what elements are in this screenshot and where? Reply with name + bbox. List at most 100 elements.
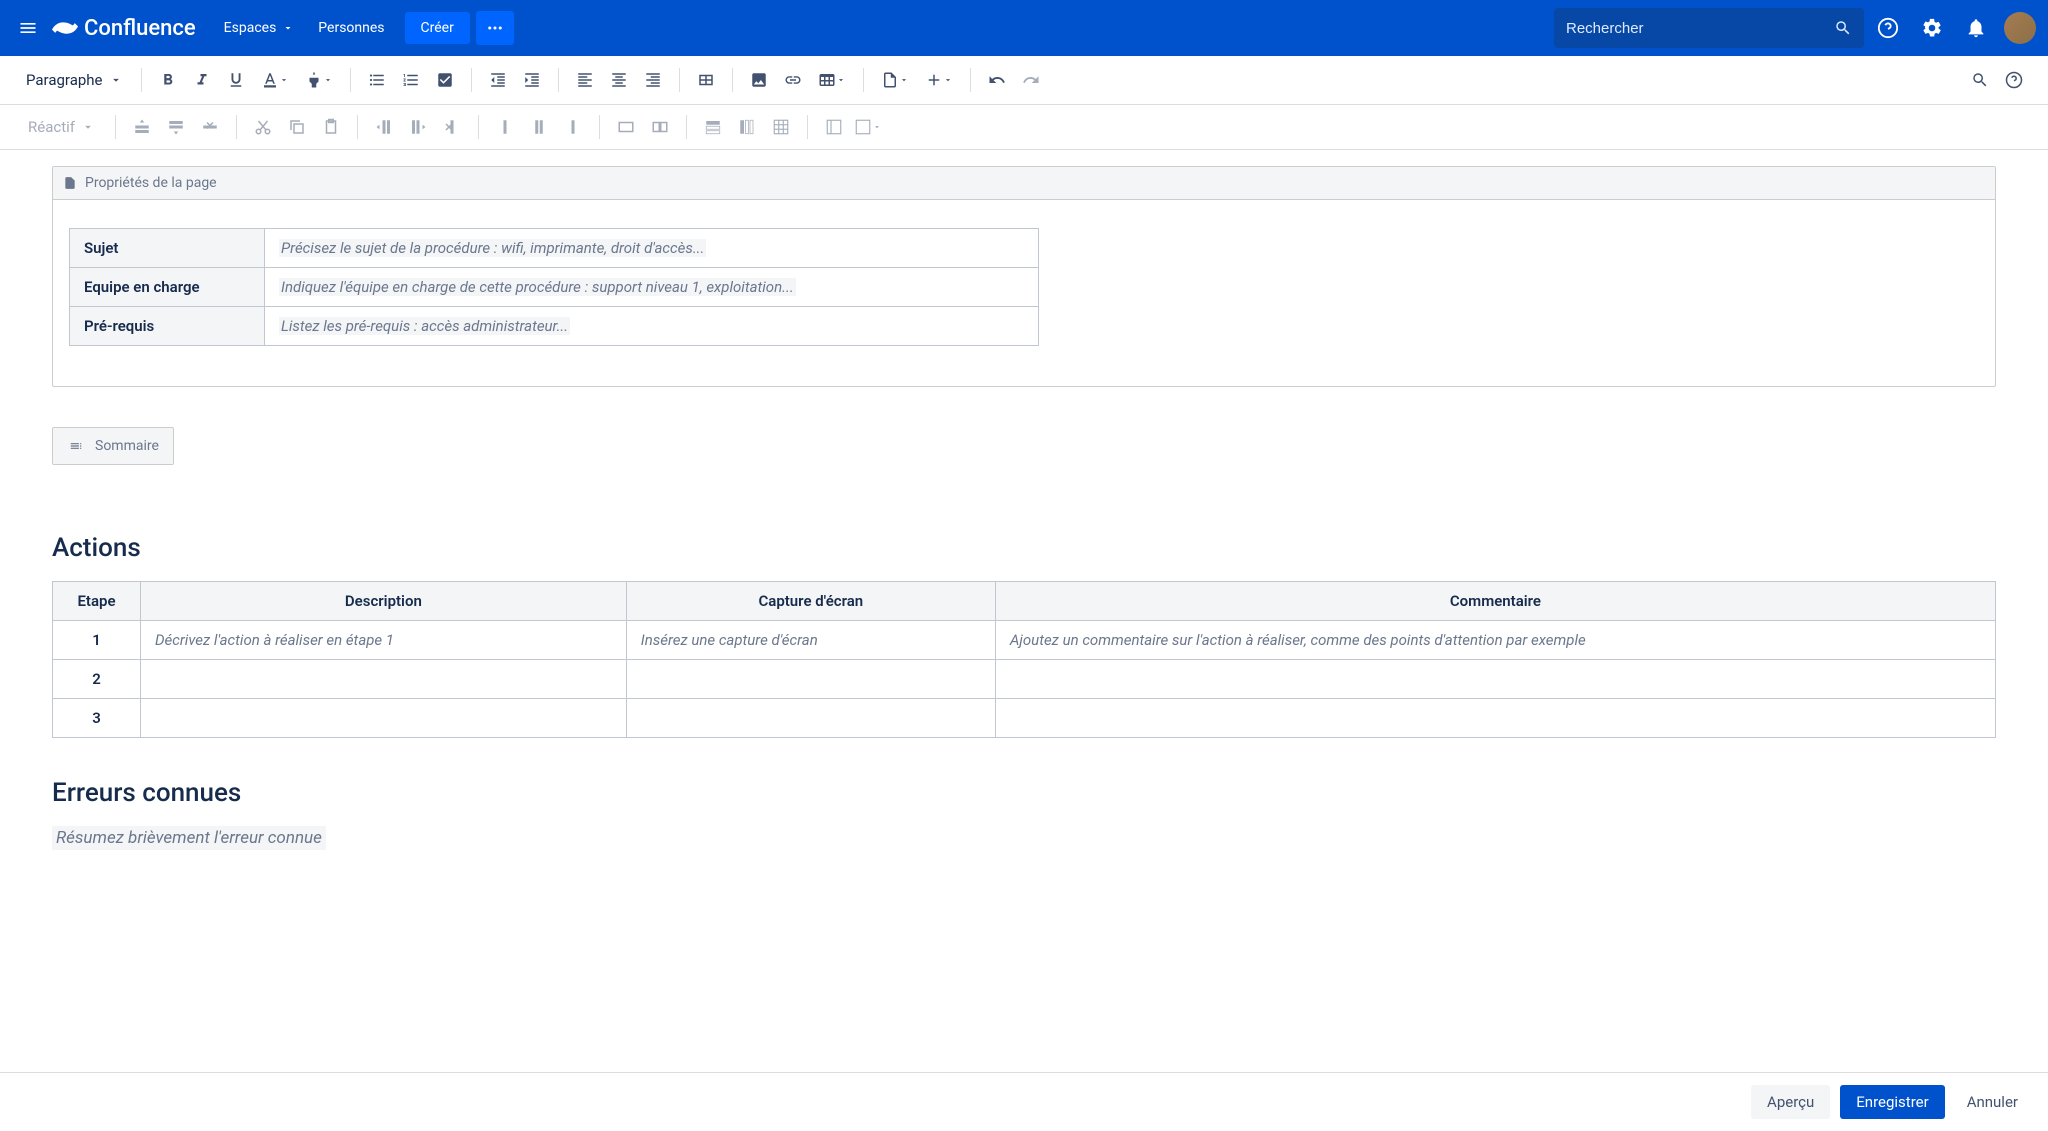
search-box[interactable]: [1554, 8, 1864, 48]
nav-spaces[interactable]: Espaces: [212, 12, 307, 44]
more-horizontal-icon: [486, 19, 504, 37]
prop-label[interactable]: Equipe en charge: [70, 268, 265, 307]
delete-row-button: [194, 111, 226, 143]
help-icon[interactable]: [1868, 8, 1908, 48]
table-row: Pré-requis Listez les pré-requis : accès…: [70, 307, 1039, 346]
chevron-down-icon: [282, 22, 294, 34]
editor-content[interactable]: Propriétés de la page Sujet Précisez le …: [0, 150, 2048, 950]
table-toolbar: Réactif: [0, 105, 2048, 150]
col-header[interactable]: Capture d'écran: [626, 582, 995, 621]
error-summary-placeholder[interactable]: Résumez brièvement l'erreur connue: [52, 826, 326, 850]
table-row: 3: [53, 699, 1996, 738]
toc-label: Sommaire: [95, 438, 159, 454]
placeholder-text: Listez les pré-requis : accès administra…: [279, 317, 570, 335]
step-cell[interactable]: 3: [53, 699, 141, 738]
errors-heading[interactable]: Erreurs connues: [52, 778, 1996, 808]
italic-button[interactable]: [186, 64, 218, 96]
notifications-icon[interactable]: [1956, 8, 1996, 48]
insert-col-before-button: [368, 111, 400, 143]
user-avatar[interactable]: [2004, 12, 2036, 44]
step-cell[interactable]: 1: [53, 621, 141, 660]
prop-label[interactable]: Pré-requis: [70, 307, 265, 346]
align-left-button[interactable]: [569, 64, 601, 96]
editor-help-button[interactable]: [1998, 64, 2030, 96]
image-button[interactable]: [743, 64, 775, 96]
nav-people[interactable]: Personnes: [306, 12, 396, 44]
paste-col-button: [557, 111, 589, 143]
numbered-list-button[interactable]: [395, 64, 427, 96]
outdent-button[interactable]: [482, 64, 514, 96]
text-color-button[interactable]: [254, 64, 296, 96]
cut-button: [247, 111, 279, 143]
preview-button[interactable]: Aperçu: [1751, 1085, 1830, 1119]
actions-table[interactable]: Etape Description Capture d'écran Commen…: [52, 581, 1996, 738]
page-properties-macro[interactable]: Propriétés de la page Sujet Précisez le …: [52, 166, 1996, 387]
undo-button[interactable]: [981, 64, 1013, 96]
attachment-button[interactable]: [874, 64, 916, 96]
copy-col-button: [523, 111, 555, 143]
chevron-down-icon: [81, 120, 95, 134]
logo-text: Confluence: [84, 16, 196, 41]
layout-button[interactable]: [690, 64, 722, 96]
heading-col-button: [731, 111, 763, 143]
delete-col-button: [436, 111, 468, 143]
redo-button[interactable]: [1015, 64, 1047, 96]
editor-toolbar: Paragraphe: [0, 56, 2048, 105]
align-center-button[interactable]: [603, 64, 635, 96]
col-header[interactable]: Etape: [53, 582, 141, 621]
toc-macro[interactable]: Sommaire: [52, 427, 174, 465]
bullet-list-button[interactable]: [361, 64, 393, 96]
link-button[interactable]: [777, 64, 809, 96]
find-replace-button[interactable]: [1964, 64, 1996, 96]
prop-label[interactable]: Sujet: [70, 229, 265, 268]
more-button[interactable]: [476, 11, 514, 45]
properties-table[interactable]: Sujet Précisez le sujet de la procédure …: [69, 228, 1039, 346]
insert-col-after-button: [402, 111, 434, 143]
cancel-button[interactable]: Annuler: [1955, 1085, 2030, 1119]
cut-col-button: [489, 111, 521, 143]
create-button[interactable]: Créer: [405, 12, 470, 44]
insert-button[interactable]: [918, 64, 960, 96]
table-row: 1 Décrivez l'action à réaliser en étape …: [53, 621, 1996, 660]
paste-button: [315, 111, 347, 143]
save-button[interactable]: Enregistrer: [1840, 1085, 1944, 1119]
top-navigation: Confluence Espaces Personnes Créer: [0, 0, 2048, 56]
highlight-button[interactable]: [298, 64, 340, 96]
toc-icon: [67, 439, 85, 453]
insert-row-before-button: [126, 111, 158, 143]
table-button[interactable]: [811, 64, 853, 96]
cell-bgcolor-button: [852, 111, 884, 143]
confluence-logo[interactable]: Confluence: [52, 15, 196, 41]
bold-button[interactable]: [152, 64, 184, 96]
search-icon: [1834, 19, 1852, 37]
doc-icon: [63, 175, 77, 191]
col-header[interactable]: Commentaire: [995, 582, 1995, 621]
chevron-down-icon: [109, 73, 123, 87]
settings-icon[interactable]: [1912, 8, 1952, 48]
split-cells-button: [644, 111, 676, 143]
no-heading-button: [765, 111, 797, 143]
placeholder-text: Insérez une capture d'écran: [641, 631, 818, 649]
step-cell[interactable]: 2: [53, 660, 141, 699]
responsive-selector: Réactif: [18, 112, 105, 142]
table-row: 2: [53, 660, 1996, 699]
copy-button: [281, 111, 313, 143]
heading-row-button: [697, 111, 729, 143]
numbering-col-button: [818, 111, 850, 143]
app-switcher-icon[interactable]: [12, 12, 44, 44]
format-selector[interactable]: Paragraphe: [18, 65, 131, 95]
actions-heading[interactable]: Actions: [52, 533, 1996, 563]
align-right-button[interactable]: [637, 64, 669, 96]
table-row: Equipe en charge Indiquez l'équipe en ch…: [70, 268, 1039, 307]
placeholder-text: Précisez le sujet de la procédure : wifi…: [279, 239, 706, 257]
col-header[interactable]: Description: [141, 582, 627, 621]
search-input[interactable]: [1566, 20, 1834, 37]
insert-row-after-button: [160, 111, 192, 143]
placeholder-text: Indiquez l'équipe en charge de cette pro…: [279, 278, 796, 296]
indent-button[interactable]: [516, 64, 548, 96]
editor-footer: Aperçu Enregistrer Annuler: [0, 1072, 2048, 1131]
task-list-button[interactable]: [429, 64, 461, 96]
underline-button[interactable]: [220, 64, 252, 96]
placeholder-text: Ajoutez un commentaire sur l'action à ré…: [1010, 631, 1586, 649]
page-properties-label: Propriétés de la page: [85, 175, 217, 191]
